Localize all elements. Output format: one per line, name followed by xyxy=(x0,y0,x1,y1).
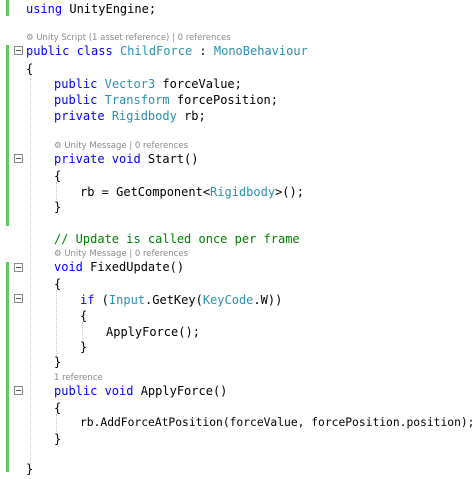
code-comment: // Update is called once per frame xyxy=(54,232,300,246)
code-line-brace: } xyxy=(80,340,88,354)
codelens-applyforce[interactable]: 1 reference xyxy=(54,373,103,383)
codelens-class[interactable]: ⚙ Unity Script (1 asset reference) | 0 r… xyxy=(26,33,231,43)
code-line-brace: } xyxy=(54,200,62,214)
code-line-statement: ApplyForce(); xyxy=(106,325,200,339)
keyword: public void xyxy=(54,384,134,398)
change-bar xyxy=(6,0,9,16)
type-name: Transform xyxy=(104,93,170,107)
code-line-field: private Rigidbody rb; xyxy=(54,109,206,123)
code-text: FixedUpdate() xyxy=(82,260,185,274)
code-text: forceValue; xyxy=(155,77,242,91)
keyword: public xyxy=(54,77,98,91)
type-name: Vector3 xyxy=(104,77,156,91)
code-line-brace: { xyxy=(54,169,62,183)
code-line-brace: { xyxy=(26,62,34,76)
keyword: using xyxy=(26,2,63,16)
code-line-field: public Vector3 forceValue; xyxy=(54,77,242,91)
code-text: : xyxy=(192,44,214,58)
class-name: ChildForce xyxy=(119,44,193,58)
code-text: UnityEngine; xyxy=(62,2,157,16)
base-type: MonoBehaviour xyxy=(213,44,308,58)
fold-toggle-applyforce[interactable] xyxy=(14,386,23,395)
code-text: .GetKey( xyxy=(145,293,203,307)
code-text: >(); xyxy=(275,185,304,199)
keyword: void xyxy=(54,260,83,274)
code-text: forcePosition; xyxy=(169,93,278,107)
fold-toggle-fixedupdate[interactable] xyxy=(14,263,23,272)
indent-guide xyxy=(30,78,31,464)
code-editor[interactable]: using UnityEngine; ⚙ Unity Script (1 ass… xyxy=(0,0,474,479)
code-line-statement: rb = GetComponent<Rigidbody>(); xyxy=(80,185,304,199)
code-line-brace: } xyxy=(26,462,34,476)
type-name: Input xyxy=(108,293,146,307)
keyword: if xyxy=(80,293,95,307)
change-bar xyxy=(6,262,9,472)
code-line-start-declaration: private void Start() xyxy=(54,152,199,166)
code-line-fixedupdate-declaration: void FixedUpdate() xyxy=(54,260,184,274)
code-line-brace: } xyxy=(54,432,62,446)
code-line-brace: { xyxy=(80,309,88,323)
fold-toggle-if[interactable] xyxy=(14,294,23,303)
keyword: public class xyxy=(26,44,113,58)
keyword: private xyxy=(54,109,105,123)
codelens-start[interactable]: ⚙ Unity Message | 0 references xyxy=(54,141,188,151)
code-line-brace: { xyxy=(54,401,62,415)
codelens-fixedupdate[interactable]: ⚙ Unity Message | 0 references xyxy=(54,249,188,259)
keyword: private void xyxy=(54,152,141,166)
keyword: public xyxy=(54,93,98,107)
change-bar xyxy=(6,45,9,226)
code-line-brace: { xyxy=(54,277,62,291)
code-text: ( xyxy=(94,293,109,307)
fold-toggle-class[interactable] xyxy=(14,46,23,55)
code-line-if: if (Input.GetKey(KeyCode.W)) xyxy=(80,293,282,307)
fold-toggle-start[interactable] xyxy=(14,154,23,163)
code-line-field: public Transform forcePosition; xyxy=(54,93,278,107)
code-text: .W)) xyxy=(253,293,283,307)
code-text: rb = GetComponent< xyxy=(80,185,211,199)
code-text: rb; xyxy=(176,109,206,123)
code-text: ApplyForce() xyxy=(133,384,228,398)
type-name: Rigidbody xyxy=(111,109,177,123)
type-name: Rigidbody xyxy=(210,185,276,199)
type-name: KeyCode xyxy=(202,293,254,307)
code-line-statement: rb.AddForceAtPosition(forceValue, forceP… xyxy=(80,416,474,429)
code-text: Start() xyxy=(140,152,199,166)
code-line-class-declaration: public class ChildForce : MonoBehaviour xyxy=(26,44,308,58)
code-line-applyforce-declaration: public void ApplyForce() xyxy=(54,384,227,398)
code-line-using: using UnityEngine; xyxy=(26,2,156,16)
code-line-brace: } xyxy=(54,355,62,369)
indent-guide xyxy=(56,290,57,358)
